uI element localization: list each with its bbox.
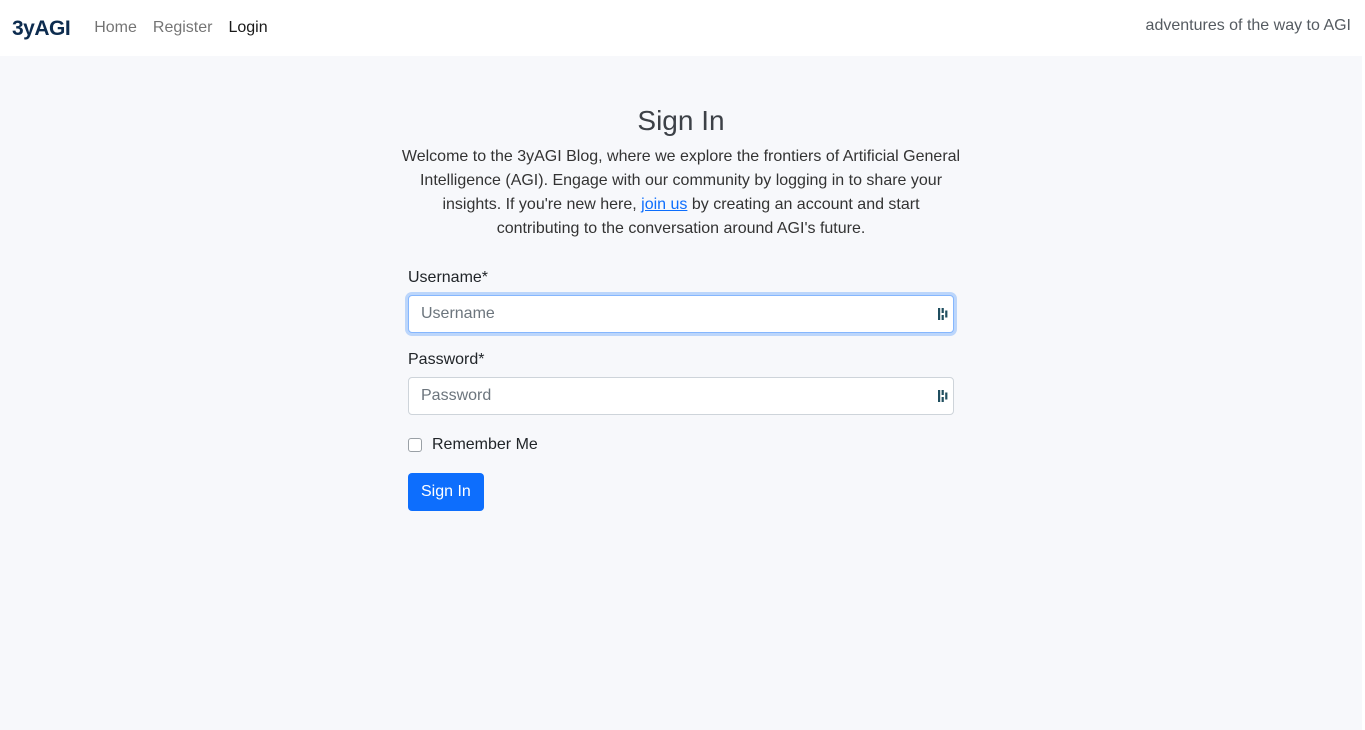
signin-form: Username* Password* Remember Me — [408, 269, 954, 511]
username-input[interactable] — [408, 295, 954, 333]
nav-register-link[interactable]: Register — [153, 19, 213, 37]
join-us-link[interactable]: join us — [641, 196, 687, 213]
password-input[interactable] — [408, 377, 954, 415]
remember-me-row: Remember Me — [408, 436, 954, 454]
password-label: Password* — [408, 351, 485, 368]
username-label: Username* — [408, 269, 489, 286]
intro-text: Welcome to the 3yAGI Blog, where we expl… — [400, 145, 962, 241]
navbar: 3yAGI Home Register Login adventures of … — [0, 0, 1365, 56]
nav-login-link[interactable]: Login — [228, 19, 267, 37]
password-manager-icon[interactable] — [938, 389, 948, 403]
page-title: Sign In — [637, 105, 725, 136]
signin-button[interactable]: Sign In — [408, 473, 484, 511]
signin-container: Sign In Welcome to the 3yAGI Blog, where… — [402, 56, 960, 511]
nav-home-link[interactable]: Home — [94, 19, 137, 37]
username-field-wrapper — [408, 295, 954, 333]
password-manager-icon[interactable] — [938, 307, 948, 321]
site-tagline: adventures of the way to AGI — [1145, 17, 1351, 34]
password-field-wrapper — [408, 377, 954, 415]
brand-logo[interactable]: 3yAGI — [12, 18, 71, 39]
remember-me-label[interactable]: Remember Me — [432, 436, 538, 454]
remember-me-checkbox[interactable] — [408, 438, 422, 452]
